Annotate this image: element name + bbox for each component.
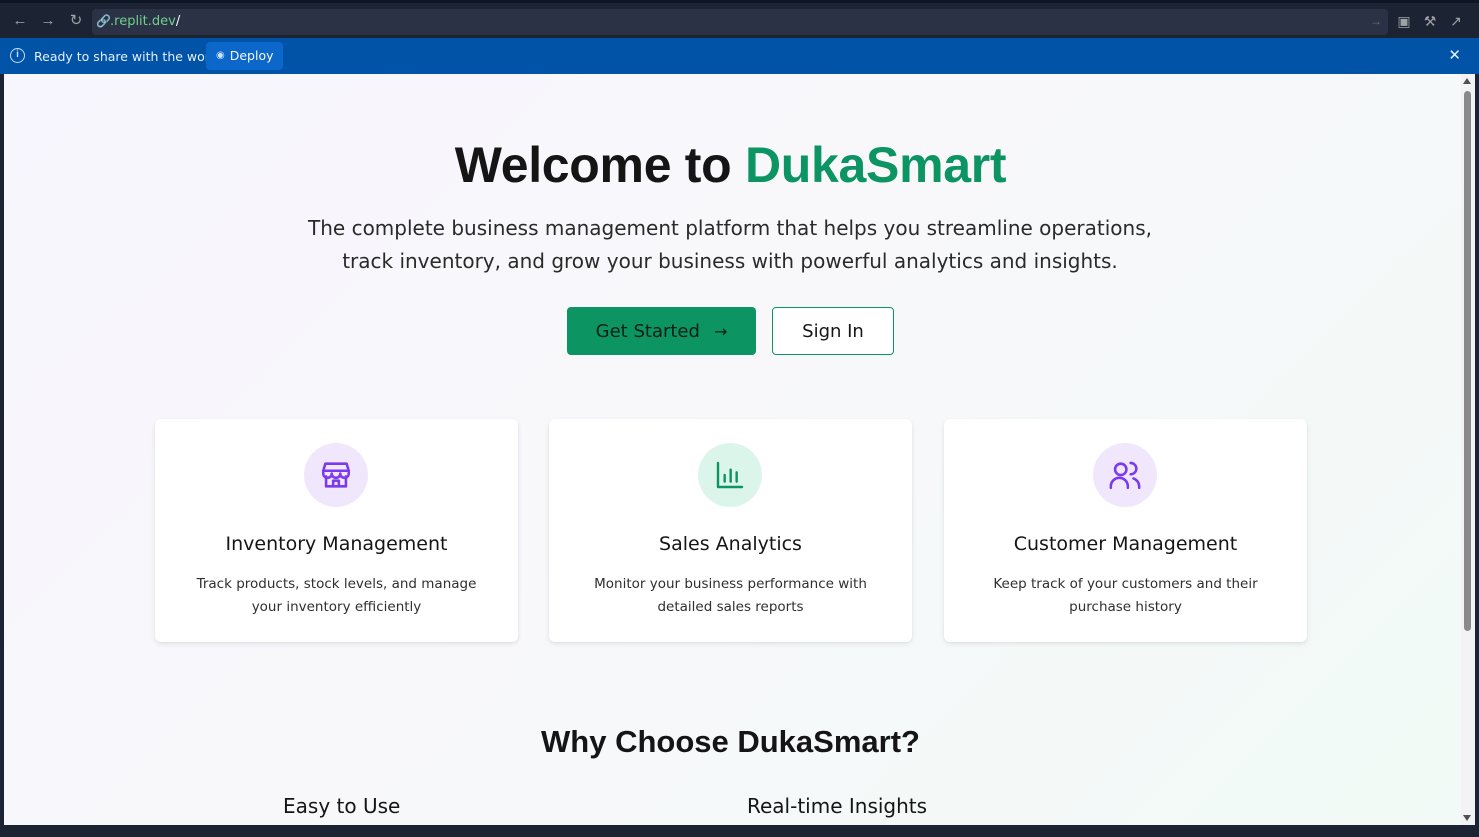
store-icon bbox=[304, 443, 368, 507]
scrollbar[interactable] bbox=[1461, 74, 1475, 825]
feature-card-customers: Customer Management Keep track of your c… bbox=[944, 419, 1307, 642]
feature-title: Customer Management bbox=[1013, 533, 1238, 555]
feature-card-inventory: Inventory Management Track products, sto… bbox=[155, 419, 518, 642]
page-viewport: Welcome to DukaSmart The complete busine… bbox=[4, 74, 1475, 825]
get-started-label: Get Started bbox=[595, 320, 700, 342]
link-icon: 🔗 bbox=[96, 14, 111, 28]
banner-message: Ready to share with the world? bbox=[34, 49, 228, 64]
browser-toolbar: ← → ↻ 🔗 .replit.dev/ → ▣ ⚒ ↗ bbox=[0, 0, 1479, 38]
feature-description: Track products, stock levels, and manage… bbox=[196, 576, 477, 615]
feature-card-sales: Sales Analytics Monitor your business pe… bbox=[549, 419, 912, 642]
feature-description: Keep track of your customers and their p… bbox=[993, 576, 1258, 615]
brand-name: DukaSmart bbox=[744, 137, 1007, 193]
arrow-left-icon[interactable]: ← bbox=[11, 12, 29, 30]
deploy-button[interactable]: ◉ Deploy bbox=[206, 42, 283, 70]
deploy-banner: i Ready to share with the world? ◉ Deplo… bbox=[0, 38, 1479, 74]
close-icon[interactable]: ✕ bbox=[1448, 48, 1461, 64]
reload-icon[interactable]: ↻ bbox=[67, 12, 85, 30]
arrow-right-icon[interactable]: → bbox=[39, 12, 57, 30]
scroll-up-icon[interactable] bbox=[1463, 78, 1471, 84]
wrench-icon[interactable]: ⚒ bbox=[1422, 13, 1438, 29]
deploy-label: Deploy bbox=[229, 48, 274, 63]
url-go-icon[interactable]: → bbox=[1370, 14, 1382, 28]
feature-description: Monitor your business performance with d… bbox=[594, 576, 867, 615]
url-bar[interactable]: 🔗 .replit.dev/ → bbox=[92, 9, 1388, 35]
rocket-icon: ◉ bbox=[216, 50, 225, 61]
url-text[interactable]: .replit.dev/ bbox=[110, 14, 180, 29]
browser-bottom-edge bbox=[0, 825, 1479, 837]
why-item-insights: Real-time Insights bbox=[747, 794, 928, 818]
scroll-down-icon[interactable] bbox=[1463, 815, 1471, 821]
sign-in-label: Sign In bbox=[802, 320, 864, 342]
feature-title: Inventory Management bbox=[225, 533, 448, 555]
bar-chart-icon bbox=[698, 443, 762, 507]
why-choose-heading: Why Choose DukaSmart? bbox=[541, 724, 920, 759]
get-started-button[interactable]: Get Started → bbox=[567, 307, 756, 355]
users-icon bbox=[1093, 443, 1157, 507]
monitor-icon[interactable]: ▣ bbox=[1396, 13, 1412, 29]
info-icon: i bbox=[10, 48, 25, 63]
external-link-icon[interactable]: ↗ bbox=[1448, 13, 1464, 29]
hero-title: Welcome to DukaSmart bbox=[454, 137, 1007, 193]
arrow-right-icon: → bbox=[713, 321, 728, 341]
sign-in-button[interactable]: Sign In bbox=[772, 307, 894, 355]
frame-edge-right bbox=[1475, 74, 1479, 825]
hero-subtitle: The complete business management platfor… bbox=[308, 216, 1152, 273]
scrollbar-thumb[interactable] bbox=[1464, 91, 1471, 631]
why-item-easy: Easy to Use bbox=[283, 794, 401, 818]
feature-title: Sales Analytics bbox=[659, 533, 802, 555]
